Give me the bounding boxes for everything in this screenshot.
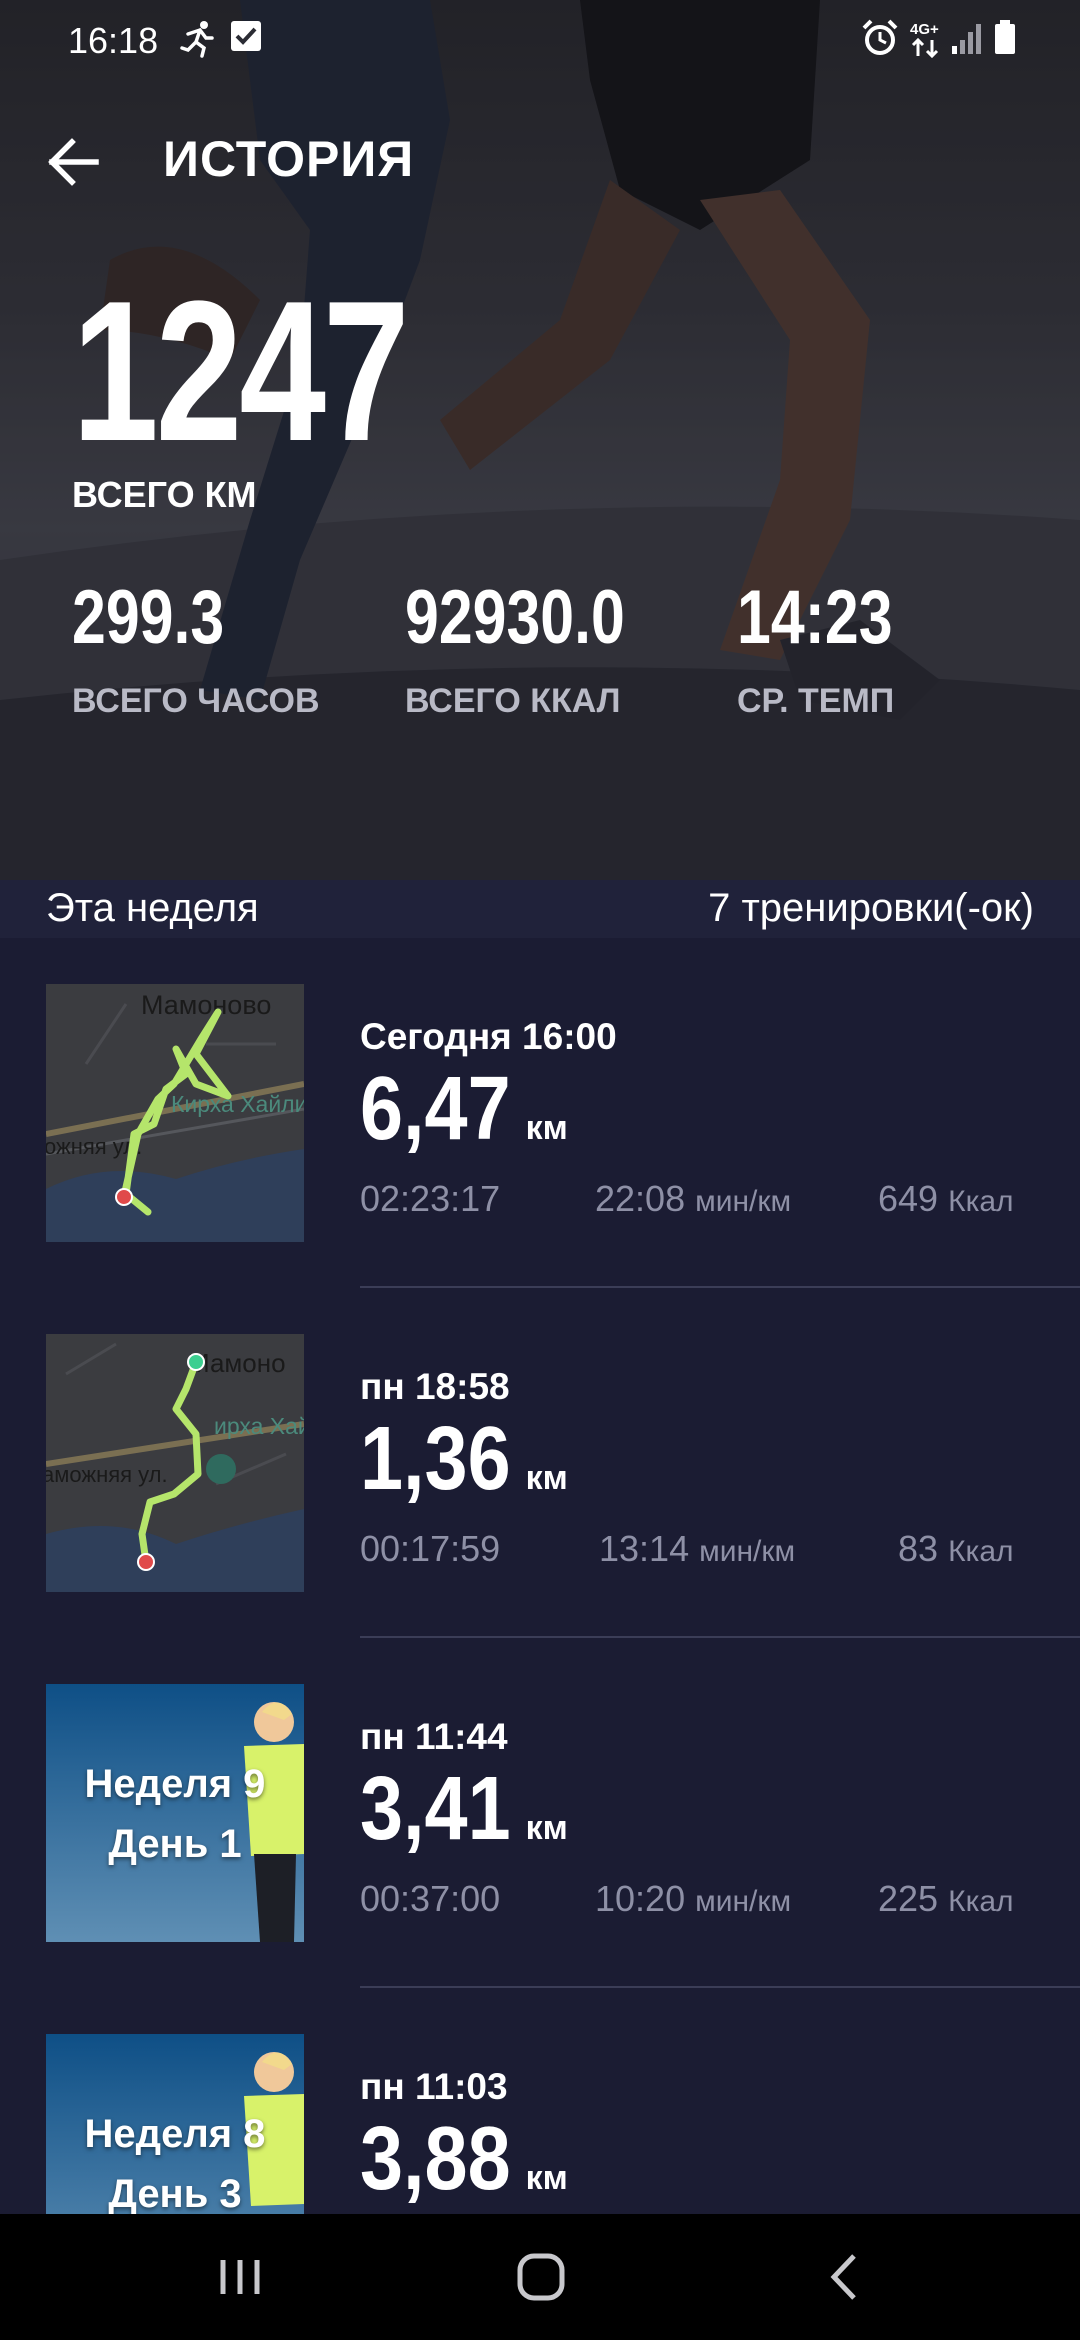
workout-duration: 00:17:59 [360,1528,501,1569]
calories-unit: Ккал [948,1885,1014,1918]
training-plan-thumbnail: Неделя 9 День 1 [46,1684,304,1942]
check-box-icon [231,21,261,51]
distance-value: 1,36 [360,1409,511,1509]
week-section-header: Эта неделя 7 тренировки(-ок) [0,880,1080,938]
workout-pace: 13:14 мин/км [599,1528,795,1570]
week-workout-count: 7 тренировки(-ок) [708,886,1034,930]
map-label: Мамоново [141,990,271,1020]
workout-calories: 83 Ккал [898,1528,1014,1570]
average-pace-stat: 14:23 СР. ТЕМП [737,580,931,721]
training-plan-label: Неделя 9 День 1 [46,1754,304,1874]
stat-value: 299.3 [72,575,225,660]
4g-icon: 4G+ [910,21,939,58]
workout-calories: 649 Ккал [878,1178,1014,1220]
pace-unit: мин/км [699,1535,796,1568]
week-title: Эта неделя [46,886,259,930]
workout-item[interactable]: Неделя 8 День 3 пн 11:03 3,88 км [0,1988,1080,2214]
map-label: ирха Хай [214,1413,304,1439]
back-arrow-icon[interactable] [40,130,110,194]
map-label: Кирха Хайлиг [171,1091,304,1117]
stat-value: 14:23 [737,575,893,660]
workout-distance: 3,88 км [360,2114,568,2204]
workout-duration: 02:23:17 [360,1178,501,1219]
status-time: 16:18 [68,20,159,61]
calories-unit: Ккал [948,1535,1014,1568]
running-icon [180,21,214,58]
battery-icon [995,20,1015,54]
hero-header: 16:18 4G+ ИСТОРИЯ 1247 ВСЕГО КМ 299.3 ВС… [0,0,1080,880]
stat-label: ВСЕГО ККАЛ [405,682,621,720]
distance-unit: км [525,1109,568,1147]
pace-value: 22:08 [595,1178,686,1219]
workout-duration: 00:37:00 [360,1878,501,1919]
workout-list[interactable]: Мамоново Кирха Хайлиг ожняя ул. Сегодня … [0,938,1080,2214]
workout-calories: 225 Ккал [878,1878,1014,1920]
total-distance-value: 1247 [72,260,410,483]
workout-date: пн 18:58 [360,1366,510,1407]
stat-label: СР. ТЕМП [737,682,895,720]
workout-date: пн 11:44 [360,1716,508,1757]
stat-label: ВСЕГО ЧАСОВ [72,682,320,720]
pace-value: 13:14 [599,1528,690,1569]
back-icon[interactable] [800,2244,890,2310]
signal-icon [952,24,981,54]
workout-item[interactable]: Неделя 9 День 1 пн 11:44 3,41 км 00:37:0… [0,1638,1080,1988]
distance-value: 6,47 [360,1059,511,1159]
workout-distance: 1,36 км [360,1414,568,1504]
workout-pace: 10:20 мин/км [595,1878,791,1920]
distance-value: 3,41 [360,1759,511,1859]
map-label: аможняя ул. [46,1462,168,1487]
workout-distance: 3,41 км [360,1764,568,1854]
stat-value: 92930.0 [405,575,625,660]
plan-day: День 3 [108,2172,242,2214]
calories-value: 83 [898,1528,939,1569]
training-plan-label: Неделя 8 День 3 [46,2104,304,2214]
workout-item[interactable]: Мамоно ирха Хай аможняя ул. пн 18:58 1,3… [0,1288,1080,1638]
system-navigation-bar [0,2214,1080,2340]
total-hours-stat: 299.3 ВСЕГО ЧАСОВ [72,580,320,721]
pace-unit: мин/км [695,1885,792,1918]
workout-date: Сегодня 16:00 [360,1016,617,1057]
workout-pace: 22:08 мин/км [595,1178,791,1220]
route-map-thumbnail: Мамоново Кирха Хайлиг ожняя ул. [46,984,304,1242]
workout-distance: 6,47 км [360,1064,568,1154]
page-title: ИСТОРИЯ [163,131,415,187]
status-bar: 16:18 4G+ [0,0,1080,80]
training-plan-thumbnail: Неделя 8 День 3 [46,2034,304,2214]
workout-item[interactable]: Мамоново Кирха Хайлиг ожняя ул. Сегодня … [0,938,1080,1288]
network-label: 4G+ [910,21,939,38]
distance-value: 3,88 [360,2109,511,2209]
distance-unit: км [525,1459,568,1497]
recent-apps-icon[interactable] [195,2244,285,2310]
distance-unit: км [525,2159,568,2197]
plan-week: Неделя 9 [84,1762,266,1806]
total-distance-label: ВСЕГО КМ [72,474,257,515]
calories-value: 225 [878,1878,939,1919]
pace-value: 10:20 [595,1878,686,1919]
calories-unit: Ккал [948,1185,1014,1218]
alarm-icon [862,19,898,55]
calories-value: 649 [878,1178,939,1219]
home-icon[interactable] [496,2244,586,2310]
pace-unit: мин/км [695,1185,792,1218]
total-kcal-stat: 92930.0 ВСЕГО ККАЛ [405,580,680,721]
plan-day: День 1 [108,1822,242,1866]
top-app-bar: ИСТОРИЯ [0,112,1080,212]
route-map-thumbnail: Мамоно ирха Хай аможняя ул. [46,1334,304,1592]
distance-unit: км [525,1809,568,1847]
plan-week: Неделя 8 [84,2112,266,2156]
workout-date: пн 11:03 [360,2066,508,2107]
